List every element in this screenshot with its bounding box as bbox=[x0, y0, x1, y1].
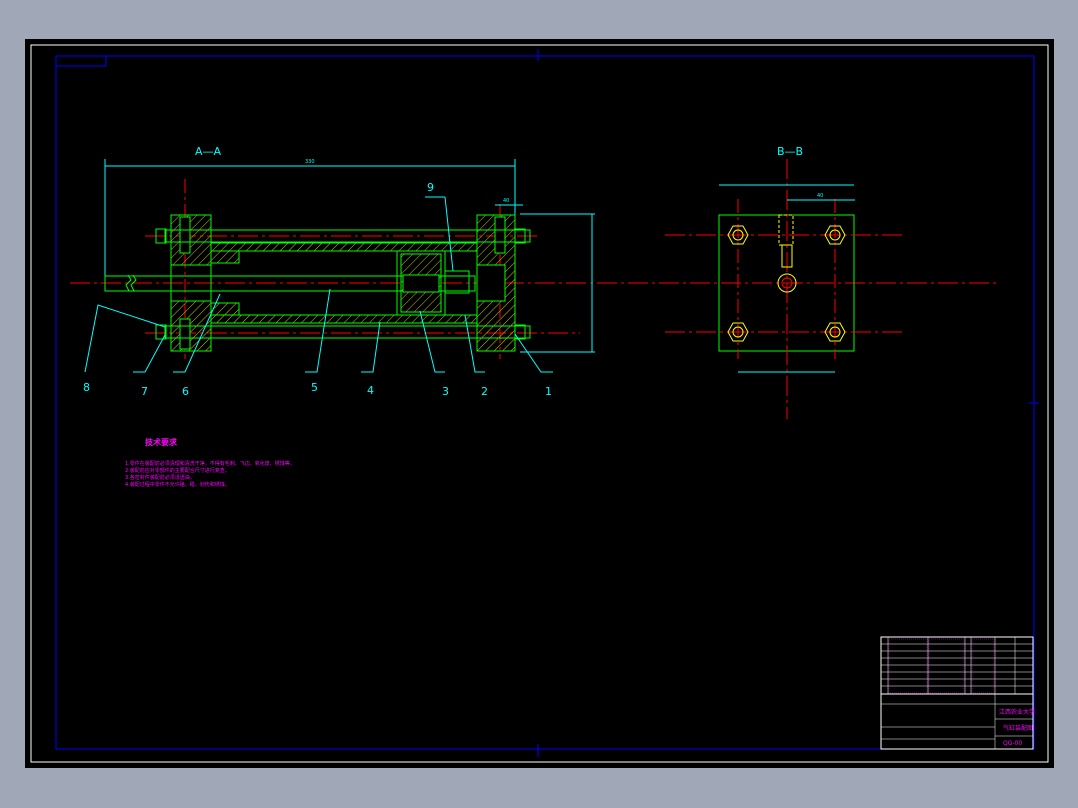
tech-req-item-2: 2.装配前应对零部件的主要配合尺寸进行复查。 bbox=[125, 467, 230, 474]
section-bb-label: B—B bbox=[777, 145, 803, 158]
section-aa-view: A—A 330 40 9 8 7 6 5 4 3 2 1 bbox=[70, 145, 1000, 398]
callout-9: 9 bbox=[427, 181, 434, 194]
dim-top-right-value: 40 bbox=[503, 198, 509, 204]
tie-rod-bottom bbox=[164, 325, 531, 339]
leader-5 bbox=[305, 288, 331, 373]
section-aa-label: A—A bbox=[195, 145, 222, 158]
bb-dim-value: 40 bbox=[817, 193, 823, 199]
callout-2: 2 bbox=[481, 385, 488, 398]
left-end-cap-rod-slot-top bbox=[179, 216, 191, 254]
callout-3: 3 bbox=[442, 385, 449, 398]
callout-9-leader-2 bbox=[444, 196, 454, 272]
left-end-cap-hatch-top bbox=[170, 214, 212, 266]
leader-7 bbox=[133, 334, 166, 373]
callout-1: 1 bbox=[545, 385, 552, 398]
dim-overall-value: 330 bbox=[305, 159, 315, 165]
drawing-number: QG-00 bbox=[1003, 740, 1022, 747]
title-block: 江西农业大学 气缸装配图 QG-00 bbox=[880, 636, 1035, 750]
right-end-cap-rod-slot-top bbox=[494, 216, 506, 254]
parts-list-material-fill bbox=[928, 638, 965, 694]
section-bb-view: B—B 40 bbox=[665, 145, 905, 419]
seal-left bbox=[210, 250, 240, 264]
callout-5: 5 bbox=[311, 381, 318, 394]
inner-frame bbox=[55, 55, 1035, 750]
university-name: 江西农业大学 bbox=[999, 708, 1035, 716]
piston-bore bbox=[402, 274, 440, 293]
cad-canvas: A—A 330 40 9 8 7 6 5 4 3 2 1 B—B 40 技术要求… bbox=[30, 44, 1049, 763]
leader-1 bbox=[514, 333, 553, 373]
drawing-sheet: A—A 330 40 9 8 7 6 5 4 3 2 1 B—B 40 技术要求… bbox=[25, 39, 1054, 768]
left-end-cap-rod-slot-bottom bbox=[179, 318, 191, 350]
callout-8: 8 bbox=[83, 381, 90, 394]
parts-list-note-fill bbox=[971, 638, 995, 694]
cylinder-barrel-top bbox=[210, 242, 478, 252]
code-box bbox=[55, 55, 107, 67]
tech-req-title: 技术要求 bbox=[145, 437, 178, 447]
parts-list bbox=[880, 636, 1034, 695]
drawing-name: 气缸装配图 bbox=[1003, 724, 1033, 732]
outer-frame bbox=[30, 44, 1049, 763]
rod-end-nut bbox=[444, 270, 470, 294]
technical-requirements: 技术要求 1.零件在装配前必须清理和清洗干净，不得有毛刺、飞边、氧化皮、锈蚀等。… bbox=[125, 437, 295, 488]
leader-8 bbox=[84, 304, 166, 373]
callout-6: 6 bbox=[182, 385, 189, 398]
parts-list-name-fill bbox=[888, 638, 928, 694]
tech-req-item-3: 3.各密封件装配前必须浸透油。 bbox=[125, 474, 195, 481]
callout-7: 7 bbox=[141, 385, 148, 398]
callout-4: 4 bbox=[367, 384, 374, 397]
port-slot bbox=[778, 214, 794, 246]
cylinder-barrel-bottom bbox=[210, 314, 478, 324]
tech-req-item-1: 1.零件在装配前必须清理和清洗干净，不得有毛刺、飞边、氧化皮、锈蚀等。 bbox=[125, 460, 295, 467]
right-end-cap-bore bbox=[476, 264, 506, 302]
leader-4 bbox=[361, 321, 381, 373]
tech-req-item-4: 4.装配过程中零件不允许磕、碰、划伤和锈蚀。 bbox=[125, 481, 230, 488]
